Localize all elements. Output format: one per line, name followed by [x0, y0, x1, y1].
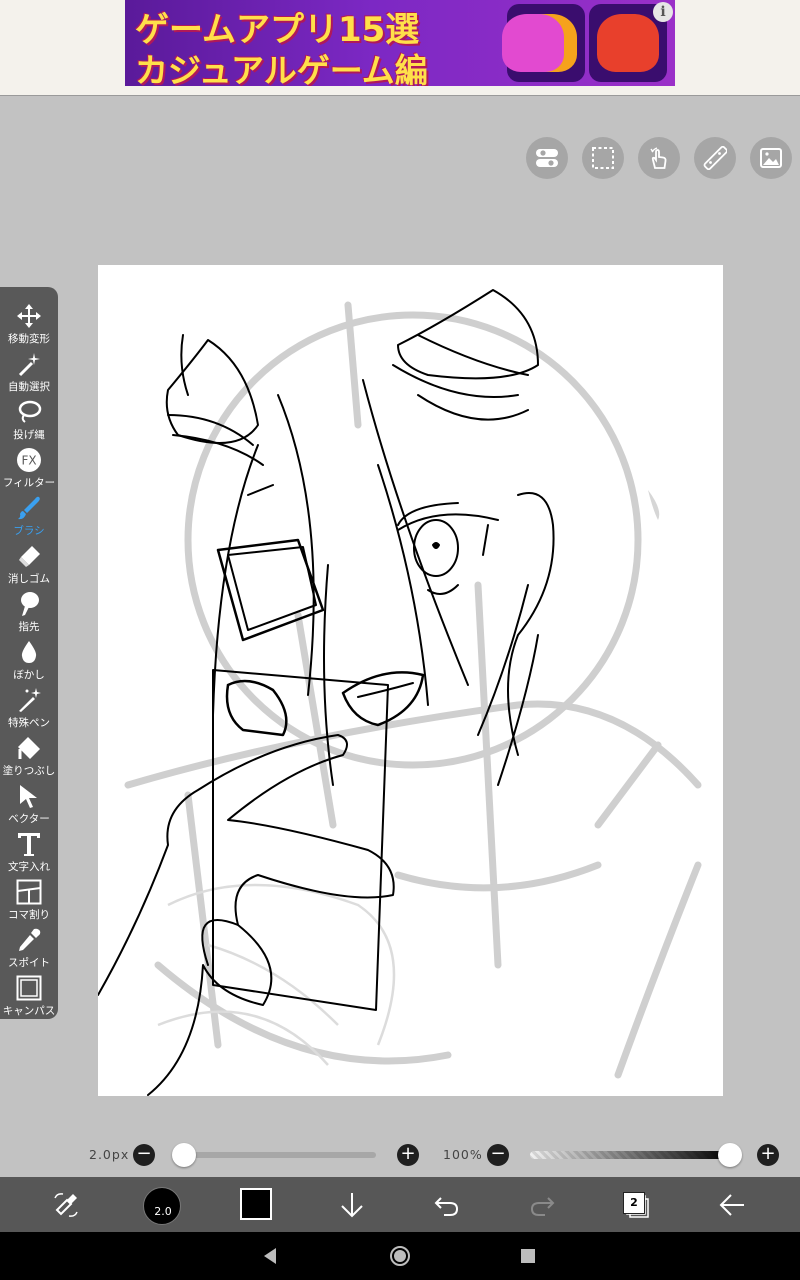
redo-button[interactable] [512, 1177, 572, 1232]
tool-label: 文字入れ [8, 861, 50, 873]
tool-label: コマ割り [8, 909, 50, 921]
toggle-settings-button[interactable] [526, 137, 568, 179]
opacity-label: 100% [443, 1147, 483, 1162]
tool-label: 移動変形 [8, 333, 50, 345]
fx-icon: FX [17, 448, 41, 472]
system-navigation-bar [0, 1232, 800, 1280]
brush-size-decrease-button[interactable]: − [133, 1144, 155, 1166]
back-button[interactable] [702, 1177, 762, 1232]
tool-vector[interactable]: ベクター [0, 777, 58, 825]
color-picker-button[interactable] [240, 1188, 272, 1220]
tool-special-pen[interactable]: 特殊ペン [0, 681, 58, 729]
opacity-slider-handle[interactable] [718, 1143, 742, 1167]
brush-size-label: 2.0px [89, 1147, 130, 1162]
tool-finger[interactable]: 指先 [0, 585, 58, 633]
magic-wand-icon [18, 353, 40, 377]
bottom-toolbar [0, 1177, 800, 1232]
swap-tool-button[interactable] [36, 1177, 96, 1232]
tool-auto-select[interactable]: 自動選択 [0, 345, 58, 393]
toggle-settings-icon [536, 149, 558, 167]
tool-label: キャンパス [2, 1005, 56, 1017]
tool-label: 指先 [18, 621, 40, 633]
undo-icon [434, 1196, 459, 1216]
ruler-button[interactable] [694, 137, 736, 179]
tool-canvas[interactable]: キャンパス [0, 969, 58, 1017]
tool-brush[interactable]: ブラシ [0, 489, 58, 537]
lasso-icon [18, 400, 42, 423]
arrow-left-icon [719, 1193, 744, 1216]
ad-banner[interactable]: ゲームアプリ15選 カジュアルゲーム編 i [125, 0, 675, 86]
brush-eraser-swap-icon [54, 1192, 78, 1217]
layer-count-badge: 2 [623, 1192, 645, 1214]
brush-size-slider[interactable] [180, 1152, 376, 1158]
tool-label: ぼかし [13, 669, 45, 681]
fill-bucket-icon [18, 737, 40, 759]
selection-icon [592, 147, 614, 169]
canvas-icon [16, 975, 42, 1001]
tool-move[interactable]: 移動変形 [0, 297, 58, 345]
brush-size-slider-handle[interactable] [171, 1143, 196, 1167]
opacity-slider[interactable] [530, 1151, 730, 1159]
tool-label: 塗りつぶし [2, 765, 56, 777]
move-icon [17, 304, 41, 328]
brush-size-button[interactable]: 2.0 [143, 1187, 181, 1225]
blur-drop-icon [21, 641, 37, 663]
ad-subheadline: カジュアルゲーム編 [135, 51, 428, 86]
nav-back-button[interactable] [240, 1232, 300, 1280]
redo-icon [530, 1196, 555, 1216]
undo-button[interactable] [417, 1177, 477, 1232]
finger-smudge-icon [21, 592, 39, 616]
opacity-decrease-button[interactable]: − [487, 1144, 509, 1166]
selection-button[interactable] [582, 137, 624, 179]
tool-label: フィルター [2, 477, 56, 489]
svg-text:FX: FX [21, 454, 36, 468]
tool-lasso[interactable]: 投げ縄 [0, 393, 58, 441]
tool-panel: 移動変形 自動選択 投げ縄 FX フィルター ブラシ 消しゴム 指先 ぼかし 特… [0, 287, 58, 1019]
triangle-back-icon [264, 1248, 276, 1264]
tool-text[interactable]: 文字入れ [0, 825, 58, 873]
tool-eraser[interactable]: 消しゴム [0, 537, 58, 585]
brush-size-increase-button[interactable]: + [397, 1144, 419, 1166]
tool-label: 特殊ペン [8, 717, 50, 729]
vector-cursor-icon [20, 785, 37, 808]
square-recents-icon [521, 1249, 535, 1263]
image-material-icon [760, 148, 782, 168]
special-pen-icon [19, 688, 41, 712]
eyedropper-icon [19, 928, 41, 951]
ad-area: ゲームアプリ15選 カジュアルゲーム編 i [0, 0, 800, 96]
tool-eyedropper[interactable]: スポイト [0, 921, 58, 969]
tool-label: 自動選択 [8, 381, 50, 393]
tool-label: スポイト [8, 957, 50, 969]
tool-fill[interactable]: 塗りつぶし [0, 729, 58, 777]
frame-divider-icon [16, 879, 42, 905]
text-icon [18, 833, 40, 856]
brush-size-value: 2.0 [154, 1205, 172, 1218]
nav-recents-button[interactable] [498, 1232, 558, 1280]
sketch-artwork [98, 289, 702, 1096]
nav-home-button[interactable] [370, 1232, 430, 1280]
hand-gesture-button[interactable] [638, 137, 680, 179]
tool-label: ベクター [8, 813, 50, 825]
circle-home-icon [390, 1246, 410, 1266]
eraser-icon [19, 546, 40, 567]
opacity-increase-button[interactable]: + [757, 1144, 779, 1166]
brush-icon [18, 496, 40, 520]
drawing-canvas[interactable] [98, 265, 723, 1096]
image-material-button[interactable] [750, 137, 792, 179]
ruler-icon [703, 146, 727, 170]
scroll-down-button[interactable] [322, 1177, 382, 1232]
tool-label: 消しゴム [8, 573, 50, 585]
tool-blur[interactable]: ぼかし [0, 633, 58, 681]
tool-filter[interactable]: FX フィルター [0, 441, 58, 489]
ad-info-icon[interactable]: i [653, 2, 673, 22]
hand-gesture-icon [650, 147, 667, 169]
arrow-down-icon [341, 1192, 363, 1217]
tool-label: ブラシ [13, 525, 45, 537]
tool-label: 投げ縄 [13, 429, 45, 441]
tool-frame-divider[interactable]: コマ割り [0, 873, 58, 921]
